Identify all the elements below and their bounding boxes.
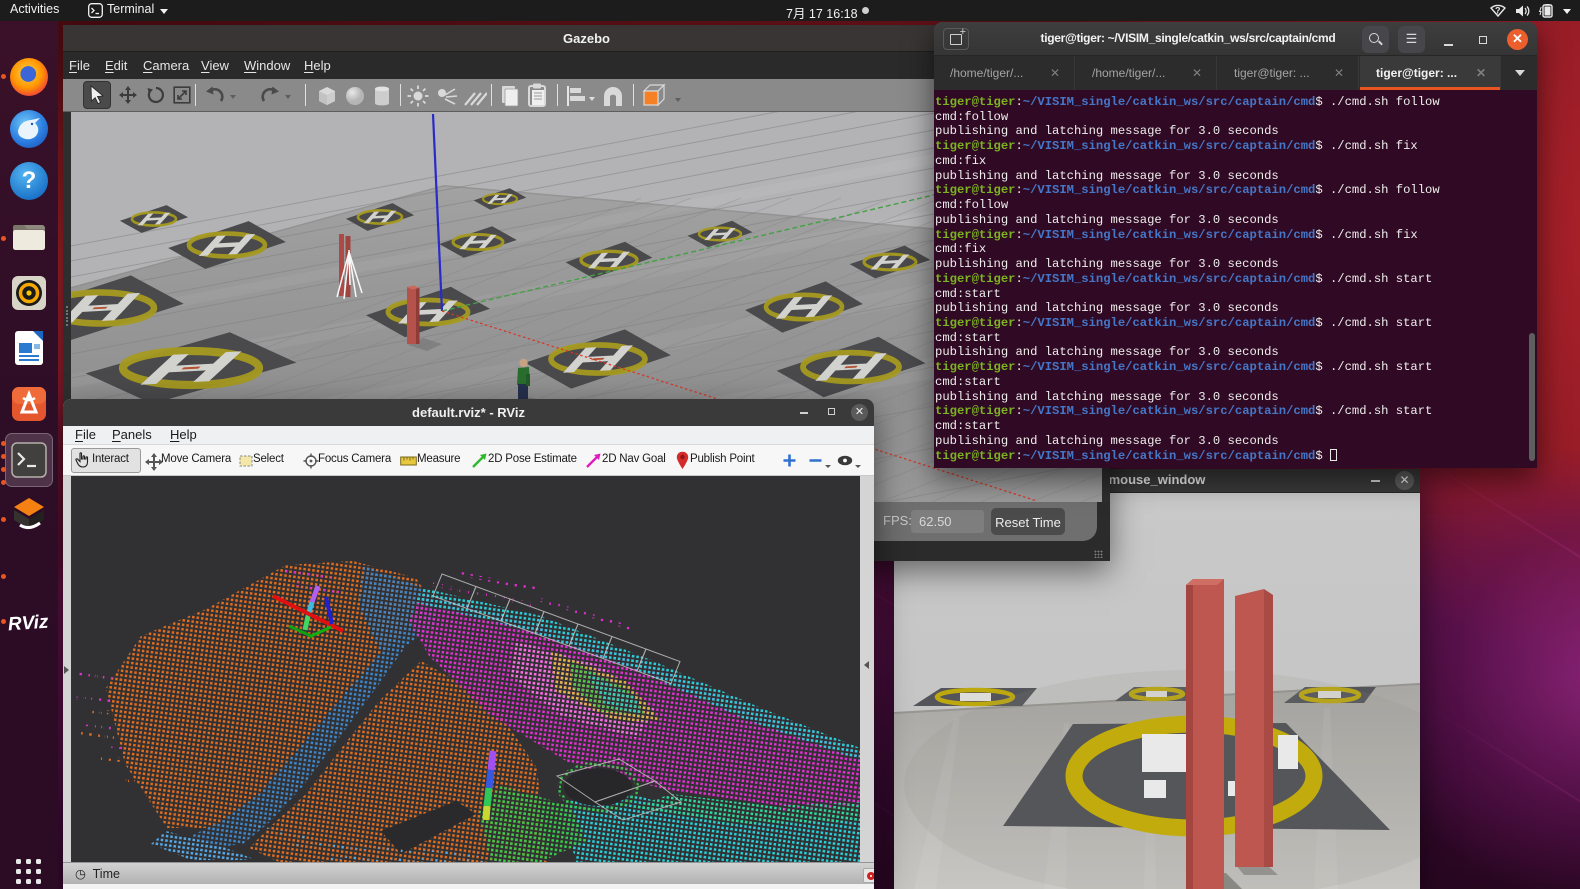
svg-text:?: ? (1495, 6, 1501, 16)
